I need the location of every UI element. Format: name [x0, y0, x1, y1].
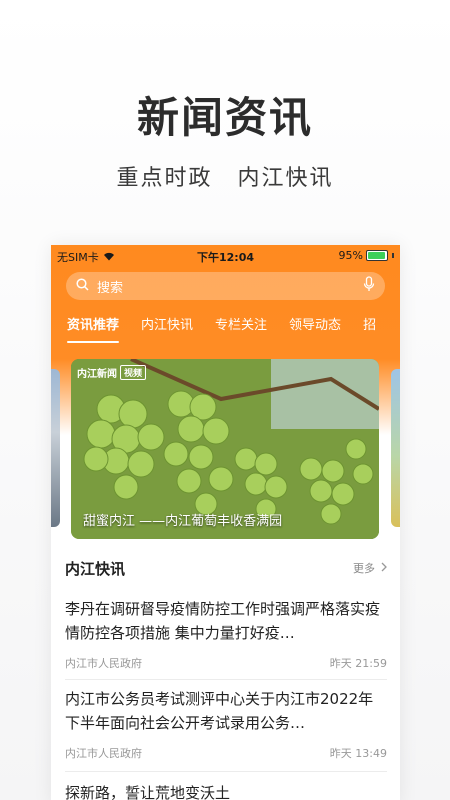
tab-neijiang-news[interactable]: 内江快讯 — [125, 317, 193, 347]
battery-tip — [392, 253, 394, 258]
news-title: 李丹在调研督导疫情防控工作时强调严格落实疫情防控各项措施 集中力量打好疫… — [65, 600, 381, 642]
hero-subtitle: 重点时政 内江快讯 — [116, 166, 334, 191]
more-link[interactable]: 更多 — [353, 560, 387, 576]
news-title: 内江市公务员考试测评中心关于内江市2022年下半年面向社会公开考试录用公务… — [65, 690, 374, 732]
status-right: 95% — [339, 249, 394, 262]
phone-screen: 无SIM卡 下午12:04 95% 搜索 资讯推荐 内江快讯 专栏关注 领导动态… — [51, 245, 400, 800]
tab-leaders[interactable]: 领导动态 — [273, 317, 341, 347]
section-header: 内江快讯 更多 — [65, 557, 387, 579]
divider — [65, 679, 387, 680]
battery-icon — [366, 250, 388, 261]
search-icon — [76, 277, 89, 295]
battery-percent: 95% — [338, 249, 363, 262]
banner-carousel[interactable]: 内江新闻 视频 甜蜜内江 ——内江葡萄丰收香满园 — [71, 359, 379, 539]
news-source: 内江市人民政府 — [65, 657, 142, 670]
section-title: 内江快讯 — [65, 559, 126, 578]
news-meta: 内江市人民政府 昨天 21:59 — [65, 655, 387, 671]
banner-video-tag: 视频 — [120, 365, 147, 380]
search-placeholder: 搜索 — [97, 280, 124, 296]
news-item[interactable]: 李丹在调研督导疫情防控工作时强调严格落实疫情防控各项措施 集中力量打好疫… 内江… — [65, 597, 387, 671]
microphone-icon[interactable] — [363, 276, 375, 296]
banner-logo: 内江新闻 视频 — [77, 365, 147, 380]
tab-more-partial[interactable]: 招 — [347, 317, 376, 347]
news-time: 昨天 21:59 — [329, 657, 387, 670]
news-meta: 内江市人民政府 昨天 13:49 — [65, 745, 387, 761]
chevron-right-icon — [381, 562, 387, 575]
tab-column[interactable]: 专栏关注 — [199, 317, 267, 347]
status-bar: 无SIM卡 下午12:04 95% — [51, 245, 400, 267]
search-input[interactable]: 搜索 — [66, 272, 385, 300]
news-item[interactable]: 探新路，誓让荒地变沃土 — [65, 781, 387, 800]
battery-fill — [368, 252, 385, 259]
divider — [65, 771, 387, 772]
banner-logo-text: 内江新闻 — [77, 369, 117, 380]
more-label: 更多 — [353, 562, 375, 575]
news-item[interactable]: 内江市公务员考试测评中心关于内江市2022年下半年面向社会公开考试录用公务… 内… — [65, 687, 387, 761]
tab-recommend[interactable]: 资讯推荐 — [51, 317, 120, 347]
hero-title: 新闻资讯 — [136, 93, 313, 142]
carousel-next-slide[interactable] — [391, 369, 400, 527]
carousel-prev-slide[interactable] — [51, 369, 60, 527]
category-tabs: 资讯推荐 内江快讯 专栏关注 领导动态 招 — [51, 317, 400, 347]
news-title: 探新路，誓让荒地变沃土 — [65, 784, 231, 800]
news-time: 昨天 13:49 — [329, 747, 387, 760]
news-source: 内江市人民政府 — [65, 747, 142, 760]
banner-caption: 甜蜜内江 ——内江葡萄丰收香满园 — [83, 514, 283, 529]
